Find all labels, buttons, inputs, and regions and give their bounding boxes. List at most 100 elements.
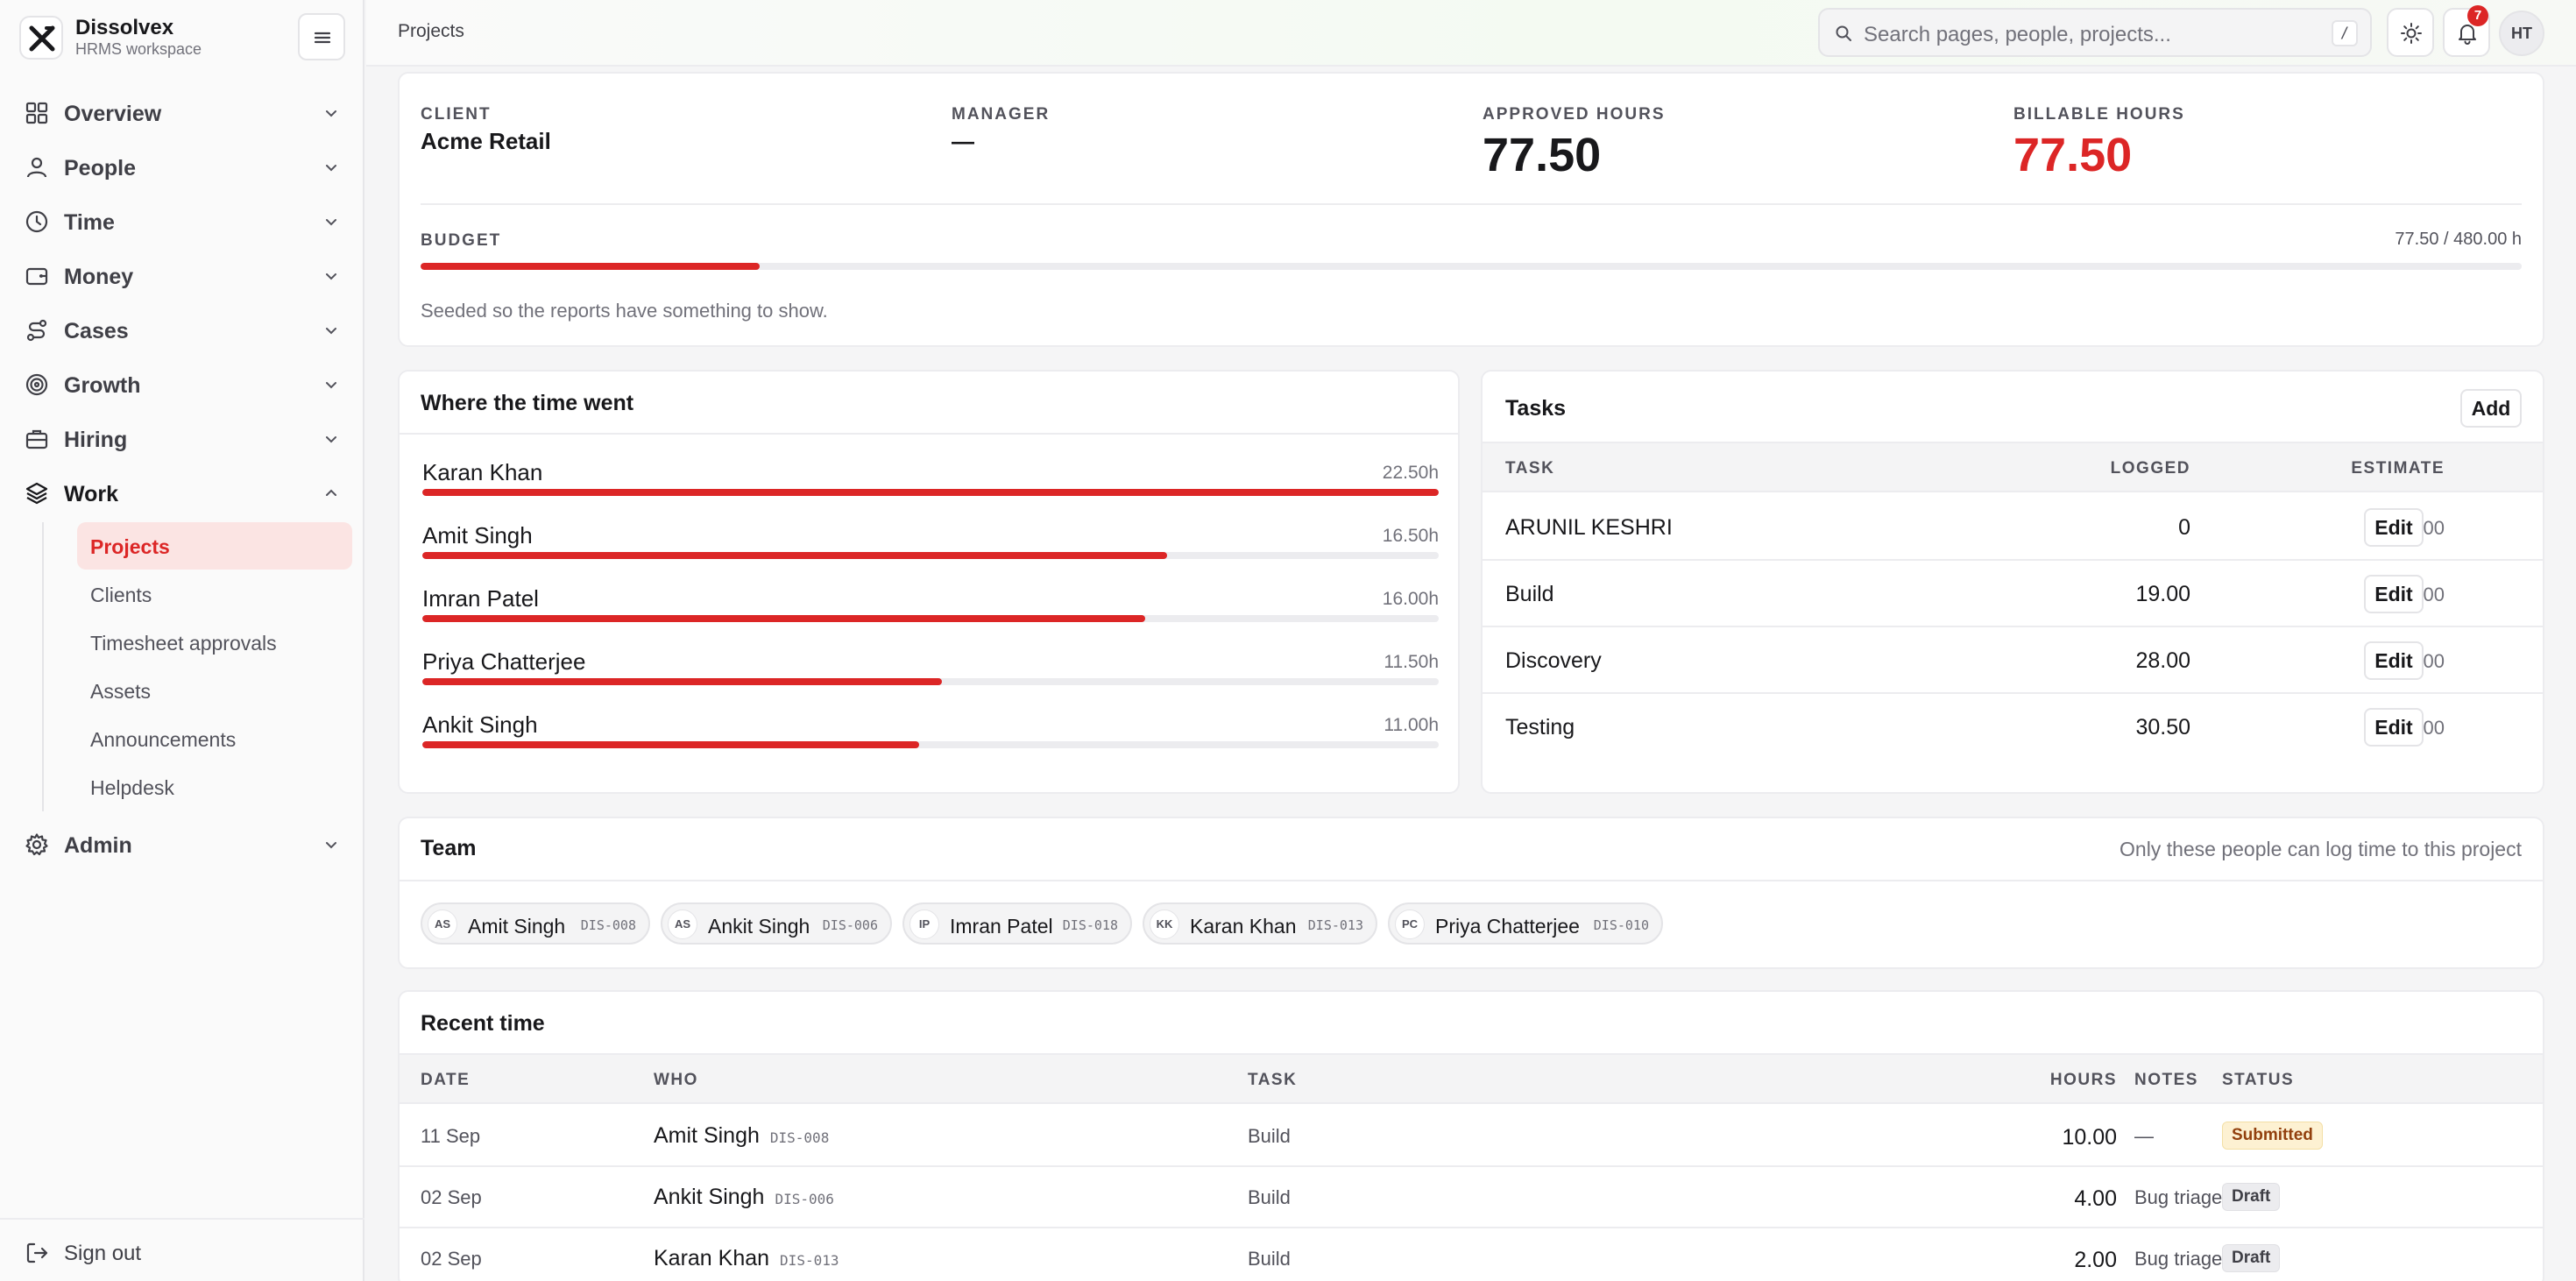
sidebar-toggle-button[interactable]: [298, 13, 345, 60]
team-member-chip[interactable]: PC Priya Chatterjee DIS-010: [1388, 902, 1663, 945]
sidebar-subitem-clients[interactable]: Clients: [77, 570, 352, 618]
column-header-date: DATE: [421, 1071, 471, 1089]
sidebar-item-overview[interactable]: Overview: [25, 94, 340, 132]
person-name[interactable]: Priya Chatterjee: [422, 648, 585, 676]
edit-task-button[interactable]: Edit: [2364, 641, 2424, 680]
brand-logo-icon: [19, 16, 63, 60]
status-badge: Submitted: [2222, 1122, 2323, 1150]
chevron-down-icon: [326, 273, 336, 280]
time-breakdown-row: Karan Khan 22.50h: [422, 459, 1439, 520]
entry-person: Karan Khan DIS-013: [654, 1246, 839, 1271]
person-name[interactable]: Karan Khan: [422, 459, 542, 486]
team-title: Team: [421, 836, 477, 860]
sidebar-item-work[interactable]: Work: [25, 474, 340, 513]
top-header: Projects Search pages, people, projects.…: [366, 0, 2576, 67]
edit-task-button[interactable]: Edit: [2364, 708, 2424, 747]
sign-out-icon: [26, 1242, 48, 1263]
sidebar-item-admin[interactable]: Admin: [25, 825, 340, 864]
team-member-chip[interactable]: AS Amit Singh DIS-008: [421, 902, 650, 945]
approved-hours-label: APPROVED HOURS: [1483, 105, 1666, 124]
sidebar-item-label: Time: [64, 210, 115, 235]
chevron-down-icon: [326, 382, 336, 389]
user-avatar[interactable]: HT: [2499, 11, 2544, 56]
member-initials-avatar: AS: [428, 909, 457, 939]
breadcrumb[interactable]: Projects: [398, 21, 464, 42]
hours-bar-fill: [422, 615, 1145, 622]
sidebar-subitem-projects[interactable]: Projects: [77, 522, 352, 570]
hours-bar-fill: [422, 678, 942, 685]
chevron-down-icon: [326, 842, 336, 849]
sidebar-subitem-helpdesk[interactable]: Helpdesk: [77, 763, 352, 810]
hours-bar-fill: [422, 741, 920, 748]
member-code: DIS-006: [822, 917, 878, 933]
search-placeholder: Search pages, people, projects...: [1864, 23, 2171, 46]
entry-task: Build: [1248, 1248, 1291, 1270]
sidebar-item-label: Hiring: [64, 428, 128, 452]
edit-task-button[interactable]: Edit: [2364, 575, 2424, 613]
team-member-list: AS Amit Singh DIS-008 AS Ankit Singh DIS-006 I…: [421, 902, 2523, 948]
chevron-down-icon: [326, 165, 336, 172]
table-row[interactable]: 02 Sep Karan Khan DIS-013 Build 2.00 Bug tria…: [400, 1228, 2543, 1281]
entry-date: 02 Sep: [421, 1248, 482, 1270]
entry-person-code: DIS-013: [780, 1252, 839, 1269]
team-hint: Only these people can log time to this p…: [2120, 838, 2522, 860]
brand-subtitle: HRMS workspace: [75, 40, 202, 58]
entry-person-code: DIS-006: [775, 1191, 834, 1207]
entry-date: 11 Sep: [421, 1125, 481, 1147]
column-header-notes: NOTES: [2134, 1071, 2198, 1089]
sidebar-subitem-assets[interactable]: Assets: [77, 667, 352, 714]
time-breakdown-row: Imran Patel 16.00h: [422, 585, 1439, 647]
layers-icon: [25, 482, 48, 505]
tasks-title: Tasks: [1505, 396, 1567, 421]
member-name: Imran Patel: [950, 915, 1053, 938]
person-name[interactable]: Amit Singh: [422, 522, 533, 549]
budget-usage-text: 77.50 / 480.00 h: [2395, 230, 2522, 249]
budget-progress-track: [421, 263, 2522, 270]
sidebar-item-hiring[interactable]: Hiring: [25, 420, 340, 458]
add-task-button[interactable]: Add: [2460, 389, 2522, 428]
sidebar-subitem-timesheet-approvals[interactable]: Timesheet approvals: [77, 619, 352, 666]
entry-person-name[interactable]: Ankit Singh: [654, 1185, 764, 1209]
team-member-chip[interactable]: IP Imran Patel DIS-018: [902, 902, 1132, 945]
sun-icon: [2401, 23, 2422, 44]
hours-bar-track: [422, 615, 1439, 622]
member-name: Priya Chatterjee: [1435, 915, 1580, 938]
table-row[interactable]: 02 Sep Ankit Singh DIS-006 Build 4.00 Bug tri…: [400, 1167, 2543, 1228]
entry-person-name[interactable]: Amit Singh: [654, 1123, 760, 1148]
entry-person-name[interactable]: Karan Khan: [654, 1246, 769, 1270]
sidebar-item-cases[interactable]: Cases: [25, 311, 340, 350]
sidebar-item-people[interactable]: People: [25, 148, 340, 187]
target-icon: [25, 373, 48, 396]
sign-out-label: Sign out: [64, 1242, 142, 1265]
sidebar-subitem-announcements[interactable]: Announcements: [77, 715, 352, 762]
sidebar: Dissolvex HRMS workspace Overview People…: [0, 0, 364, 1281]
time-breakdown-row: Ankit Singh 11.00h: [422, 711, 1439, 773]
sidebar-item-time[interactable]: Time: [25, 202, 340, 241]
status-badge: Draft: [2222, 1183, 2281, 1211]
sign-out-button[interactable]: Sign out: [25, 1237, 287, 1272]
recent-time-title: Recent time: [421, 1011, 545, 1036]
chevron-up-icon: [326, 489, 336, 496]
entry-person-code: DIS-008: [769, 1129, 830, 1146]
client-value[interactable]: Acme Retail: [421, 128, 551, 155]
sidebar-item-money[interactable]: Money: [25, 257, 340, 295]
tasks-card: Tasks Add TASK LOGGED ESTIMATE ARUNIL KE…: [1481, 370, 2544, 794]
edit-task-button[interactable]: Edit: [2364, 508, 2424, 547]
grid-icon: [25, 102, 48, 124]
time-breakdown-card: Where the time went Karan Khan 22.50h Amit…: [398, 370, 1460, 794]
sidebar-item-growth[interactable]: Growth: [25, 365, 340, 404]
entry-notes: Bug triage: [2134, 1248, 2223, 1270]
table-row[interactable]: 11 Sep Amit Singh DIS-008 Build 10.00 — Submit…: [400, 1106, 2543, 1167]
theme-toggle-button[interactable]: [2387, 8, 2434, 57]
task-name: ARUNIL KESHRI: [1505, 515, 1673, 540]
team-member-chip[interactable]: KK Karan Khan DIS-013: [1143, 902, 1377, 945]
team-member-chip[interactable]: AS Ankit Singh DIS-006: [661, 902, 892, 945]
search-input[interactable]: Search pages, people, projects... /: [1818, 8, 2372, 57]
person-name[interactable]: Imran Patel: [422, 585, 539, 612]
person-hours: 22.50h: [1382, 463, 1439, 483]
sidebar-subitem-label: Projects: [90, 535, 170, 558]
brand-name: Dissolvex: [75, 16, 174, 39]
card-divider: [400, 433, 1458, 435]
entry-hours: 10.00: [2062, 1125, 2117, 1150]
person-name[interactable]: Ankit Singh: [422, 711, 538, 739]
